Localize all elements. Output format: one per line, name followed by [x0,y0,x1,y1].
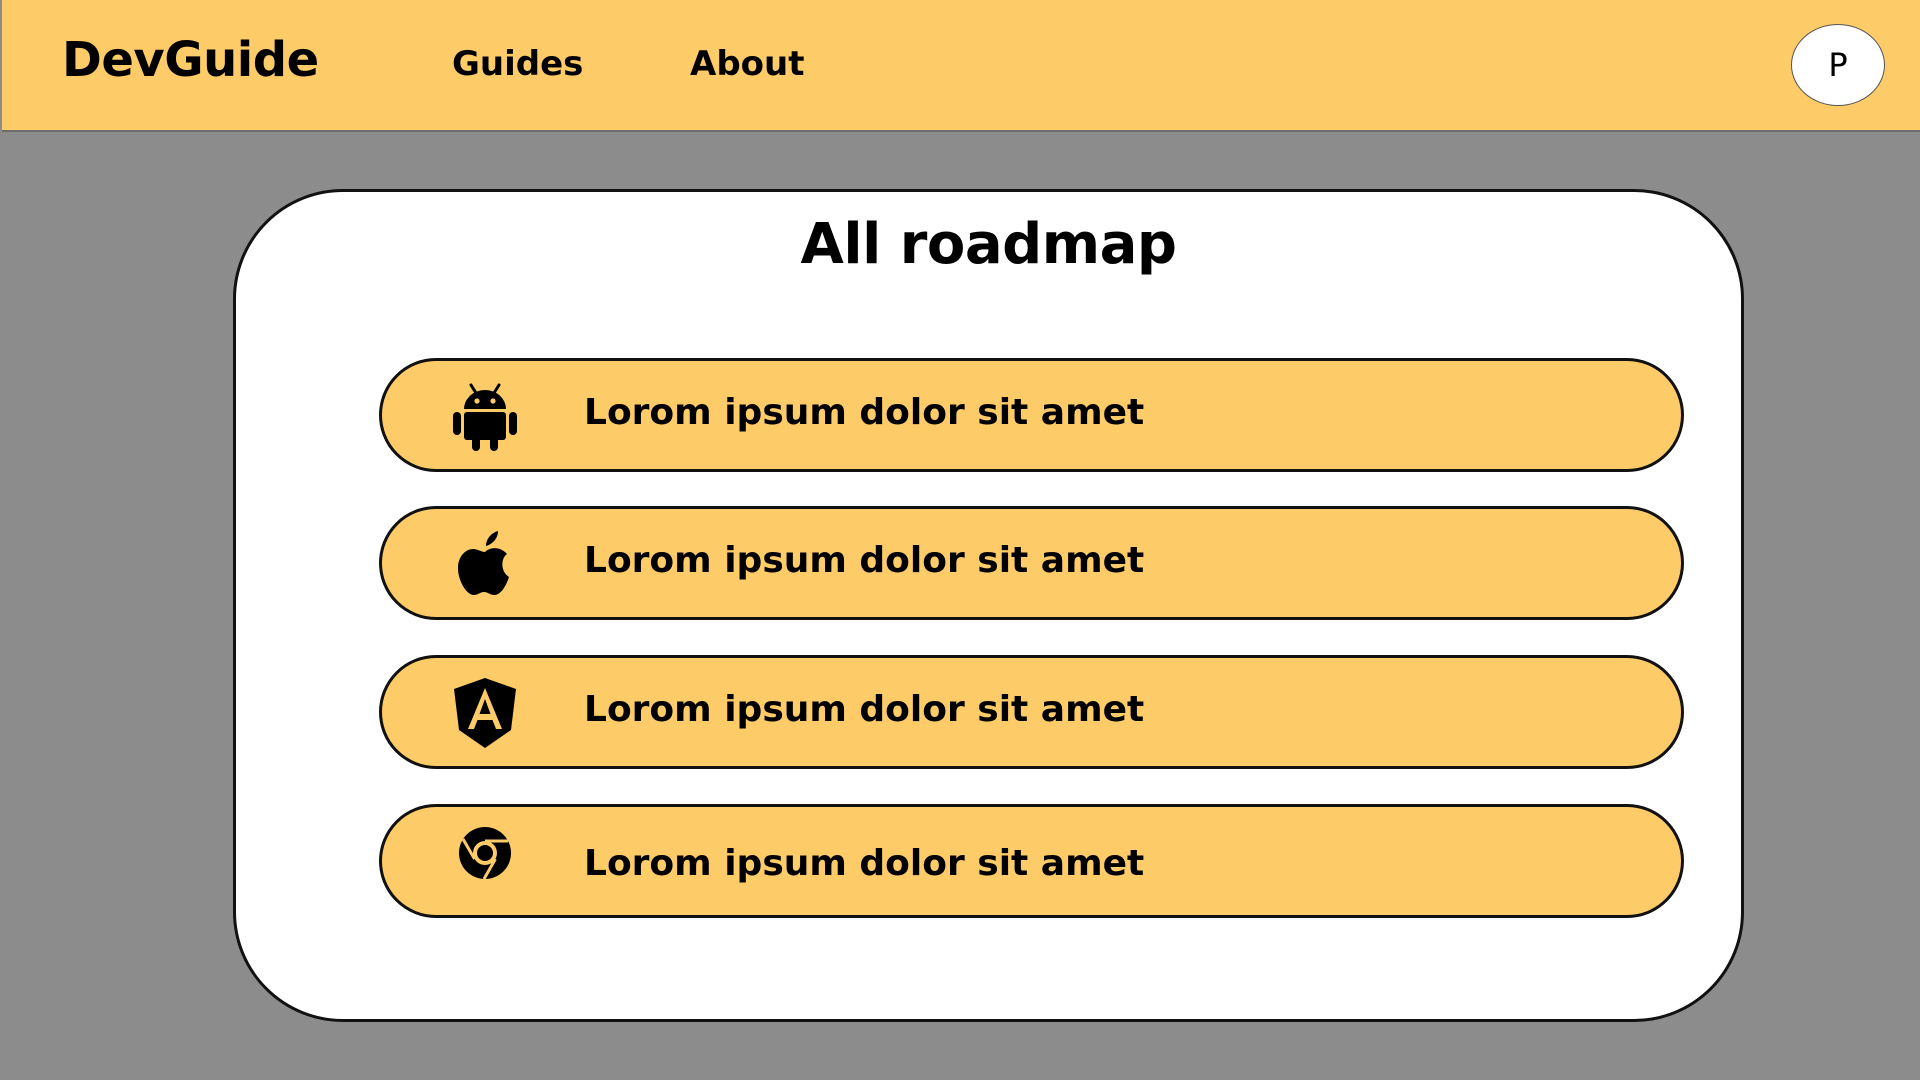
roadmap-item-label: Lorom ipsum dolor sit amet [584,689,1145,730]
avatar-initial: P [1828,46,1848,84]
roadmap-item-angular[interactable]: Lorom ipsum dolor sit amet [379,655,1684,769]
nav-link-about[interactable]: About [690,44,804,84]
brand-logo[interactable]: DevGuide [62,32,319,88]
roadmap-item-apple[interactable]: Lorom ipsum dolor sit amet [379,506,1684,620]
roadmap-item-label: Lorom ipsum dolor sit amet [584,392,1145,433]
user-avatar[interactable]: P [1791,24,1885,106]
page-title: All roadmap [800,212,1177,277]
android-icon [450,380,520,452]
apple-icon [450,528,520,600]
roadmap-item-chrome[interactable]: Lorom ipsum dolor sit amet [379,804,1684,918]
roadmap-panel: All roadmap Lorom ipsum dolor sit amet L… [233,189,1744,1022]
roadmap-item-android[interactable]: Lorom ipsum dolor sit amet [379,358,1684,472]
roadmap-item-label: Lorom ipsum dolor sit amet [584,843,1145,884]
roadmap-item-label: Lorom ipsum dolor sit amet [584,540,1145,581]
angular-icon [450,677,520,749]
top-navbar: DevGuide Guides About P [2,0,1920,132]
chrome-icon [450,817,520,889]
nav-link-guides[interactable]: Guides [452,44,583,84]
